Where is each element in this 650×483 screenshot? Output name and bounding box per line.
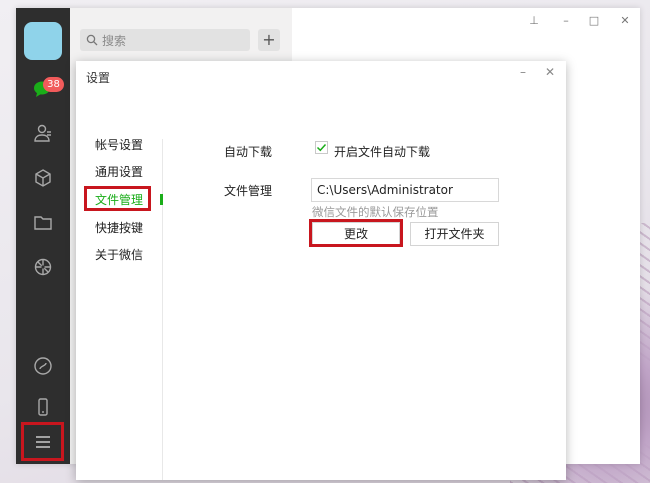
- active-nav-indicator: [160, 194, 163, 205]
- add-chat-button[interactable]: +: [258, 29, 280, 51]
- collections-icon[interactable]: [33, 168, 53, 188]
- nav-general-settings[interactable]: 通用设置: [95, 163, 143, 180]
- pin-button[interactable]: ⊥: [526, 14, 542, 28]
- nav-highlight-box: [84, 186, 151, 211]
- unread-badge: 38: [43, 77, 64, 92]
- dialog-close-button[interactable]: ✕: [543, 65, 557, 79]
- check-icon: [316, 143, 327, 152]
- mini-program-icon[interactable]: [33, 356, 53, 376]
- minimize-button[interactable]: –: [558, 14, 574, 28]
- moments-icon[interactable]: [33, 257, 53, 277]
- contacts-icon[interactable]: [33, 123, 53, 143]
- sidebar: 38: [16, 8, 70, 464]
- folder-icon[interactable]: [33, 212, 53, 232]
- search-placeholder: 搜索: [102, 33, 127, 48]
- phone-icon[interactable]: [33, 397, 53, 417]
- search-input[interactable]: 搜索: [80, 29, 250, 51]
- menu-highlight-box: [21, 422, 64, 461]
- change-button-highlight-box: [309, 219, 403, 247]
- search-icon: [86, 34, 98, 46]
- open-folder-button[interactable]: 打开文件夹: [410, 222, 499, 246]
- auto-download-checkbox[interactable]: [315, 141, 328, 154]
- dialog-minimize-button[interactable]: –: [516, 65, 530, 79]
- auto-download-option-label[interactable]: 开启文件自动下载: [334, 143, 430, 160]
- dialog-title: 设置: [86, 71, 111, 85]
- maximize-button[interactable]: □: [586, 14, 602, 28]
- nav-about-wechat[interactable]: 关于微信: [95, 246, 143, 263]
- nav-shortcuts[interactable]: 快捷按键: [95, 219, 143, 236]
- settings-dialog: 设置 – ✕ 帐号设置 通用设置 文件管理 快捷按键 关于微信 自动下载 开启文…: [76, 61, 566, 480]
- save-path-field[interactable]: C:\Users\Administrator: [311, 178, 499, 202]
- close-button[interactable]: ✕: [617, 14, 633, 28]
- save-path-hint: 微信文件的默认保存位置: [312, 205, 439, 219]
- auto-download-label: 自动下载: [224, 145, 273, 159]
- nav-divider: [162, 139, 163, 480]
- file-management-label: 文件管理: [224, 184, 273, 198]
- nav-account-settings[interactable]: 帐号设置: [95, 136, 143, 153]
- avatar[interactable]: [24, 22, 62, 60]
